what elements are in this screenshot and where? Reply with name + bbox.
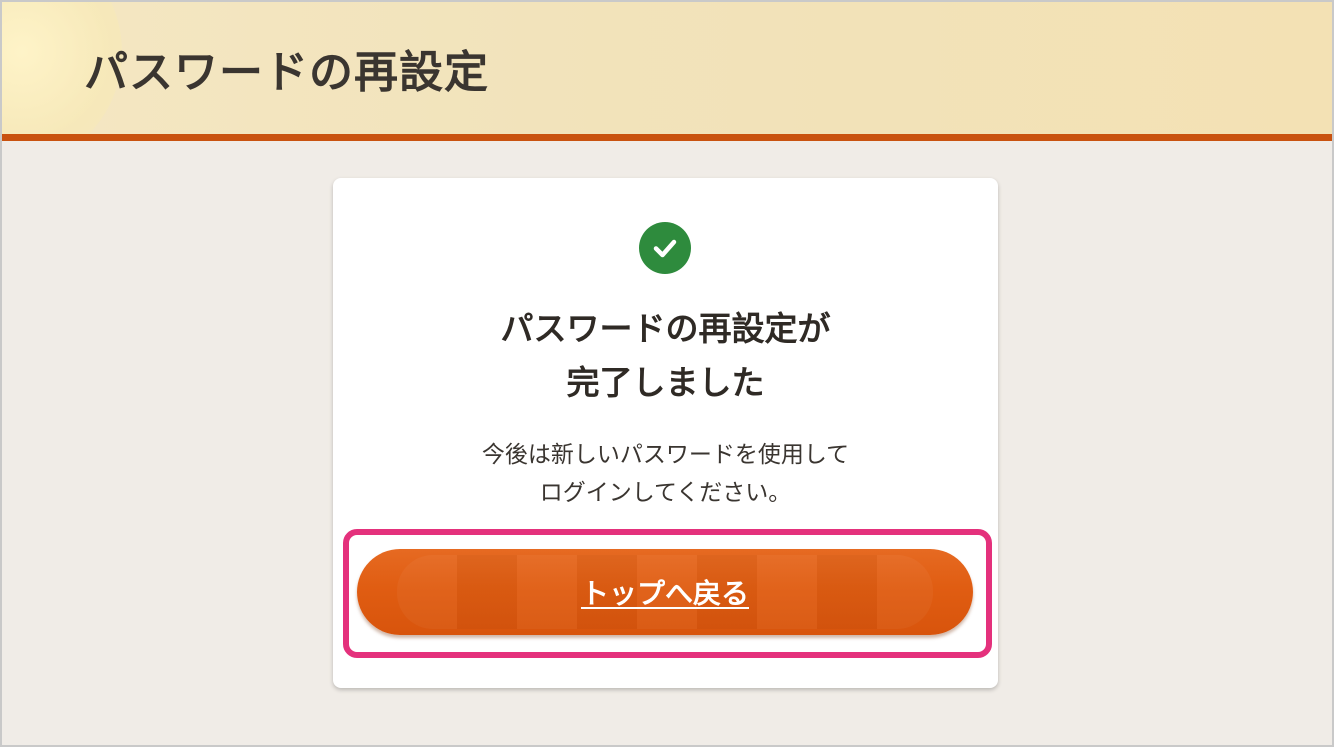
page-title: パスワードの再設定 xyxy=(84,47,489,98)
completion-message: 今後は新しいパスワードを使用して ログインしてください。 xyxy=(333,436,998,512)
header-divider xyxy=(2,134,1332,141)
check-circle-icon xyxy=(639,222,691,274)
completion-heading-line2: 完了しました xyxy=(566,363,765,402)
completion-message-line1: 今後は新しいパスワードを使用して xyxy=(481,442,850,468)
back-to-top-label: トップへ戻る xyxy=(580,577,749,610)
completion-message-line2: ログインしてください。 xyxy=(539,480,792,506)
checkmark-icon xyxy=(653,239,677,258)
back-to-top-button[interactable]: トップへ戻る xyxy=(357,549,973,635)
completion-heading: パスワードの再設定が 完了しました xyxy=(333,302,998,410)
page-header: パスワードの再設定 xyxy=(2,2,1332,135)
completion-heading-line1: パスワードの再設定が xyxy=(500,309,831,348)
